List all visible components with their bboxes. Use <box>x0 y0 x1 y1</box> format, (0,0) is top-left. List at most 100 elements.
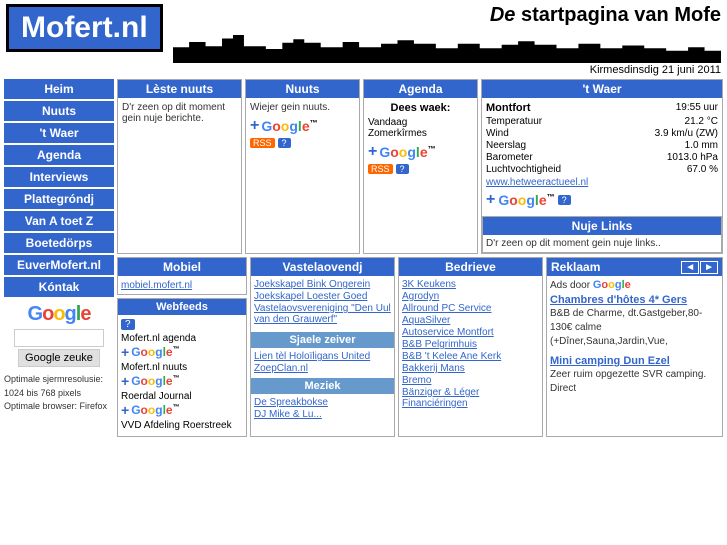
ads-google: Google <box>593 279 631 291</box>
waer-link[interactable]: www.hetweeractueel.nl <box>486 177 718 188</box>
bedrieve-col: Bedrieve 3K Keukens Agrodyn Allround PC … <box>398 257 543 437</box>
agenda-item-0: Vandaag <box>368 117 473 128</box>
nav-waer[interactable]: 't Waer <box>4 123 114 143</box>
main-layout: Heim Nuuts 't Waer Agenda Interviews Pla… <box>0 77 727 439</box>
left-nav: Heim Nuuts 't Waer Agenda Interviews Pla… <box>4 79 114 437</box>
sjaele-header: Sjaele zeiver <box>251 332 394 348</box>
feed-icons-1: + Google™ <box>121 373 243 389</box>
waer-luchtvochtigheid-label: Luchtvochtigheid <box>486 164 561 175</box>
nuuts-box: Nuuts Wiejer gein nuuts. + Google™ RSS ? <box>245 79 360 254</box>
nav-kontak[interactable]: Kóntak <box>4 277 114 297</box>
nuuts-google-logo: Google™ <box>261 118 317 134</box>
date-bar: Kirmesdinsdig 21 juni 2011 <box>173 63 721 77</box>
feed-add-icon-1[interactable]: + <box>121 373 129 389</box>
search-input[interactable] <box>14 329 104 347</box>
reklaam-prev-button[interactable]: ◄ <box>681 261 699 274</box>
nav-interviews[interactable]: Interviews <box>4 167 114 187</box>
feed-label-2: Roerdal Journal <box>121 391 243 402</box>
ads-text-row: Ads door Google <box>550 279 719 291</box>
waer-add-icon[interactable]: + <box>486 191 495 209</box>
nuuts-rss-icon[interactable]: RSS <box>250 138 275 148</box>
nav-euver-mofert[interactable]: EuverMofert.nl <box>4 255 114 275</box>
nav-van-a-toet-z[interactable]: Van A toet Z <box>4 211 114 231</box>
nav-boetedörps[interactable]: Boetedörps <box>4 233 114 253</box>
agenda-question-icon[interactable]: ? <box>396 164 409 174</box>
feed-item-1: Mofert.nl nuuts + Google™ <box>121 362 243 389</box>
feed-label-3: VVD Afdeling Roerstreek <box>121 420 243 431</box>
vastela-col: Vastelaovendj Joekskapel Bink Ongerein J… <box>250 257 395 437</box>
mobiel-box: Mobiel mobiel.mofert.nl <box>117 257 247 295</box>
nuje-links-box: Nuje Links D'r zeen op dit moment gein n… <box>482 216 722 253</box>
nuuts-add-icon[interactable]: + <box>250 117 259 135</box>
nuuts-google-row: + Google™ <box>250 117 355 135</box>
waer-header: 't Waer <box>482 80 722 98</box>
agenda-dees-waek: Dees waek: <box>368 102 473 114</box>
reklaam-link-1[interactable]: Mini camping Dun Ezel <box>550 355 719 367</box>
google-search-button[interactable]: Google zeuke <box>18 349 100 367</box>
webfeeds-question[interactable]: ? <box>121 319 135 330</box>
waer-time: 19:55 uur <box>676 102 718 114</box>
nav-nuuts[interactable]: Nuuts <box>4 101 114 121</box>
reklaam-next-button[interactable]: ► <box>700 261 718 274</box>
reklaam-arrows: ◄ ► <box>681 261 718 274</box>
reklaam-link-0[interactable]: Chambres d'hôtes 4* Gers <box>550 294 719 306</box>
meziek-item-1[interactable]: DJ Mike & Lu... <box>254 409 391 420</box>
bedrieve-item-1[interactable]: Agrodyn <box>402 291 539 302</box>
waer-neerslag-label: Neerslag <box>486 140 526 151</box>
meziek-item-0[interactable]: De Spreakbokse <box>254 397 391 408</box>
bedrieve-item-7[interactable]: Bakkerij Mans <box>402 363 539 374</box>
mobiel-header: Mobiel <box>118 258 246 276</box>
google-logo-nav: Google <box>4 303 114 326</box>
bottom-row: Mobiel mobiel.mofert.nl Webfeeds ? Mofer… <box>117 257 723 437</box>
feed-add-icon-0[interactable]: + <box>121 344 129 360</box>
feed-item-0: Mofert.nl agenda + Google™ <box>121 333 243 360</box>
feed-item-2: Roerdal Journal + Google™ <box>121 391 243 418</box>
bedrieve-item-0[interactable]: 3K Keukens <box>402 279 539 290</box>
tagline-rest: startpagina van Mofe <box>515 4 721 26</box>
feed-add-icon-2[interactable]: + <box>121 402 129 418</box>
agenda-add-icon[interactable]: + <box>368 143 377 161</box>
optimal-info: Optimale sjermresolusie: 1024 bis 768 pi… <box>4 373 114 414</box>
bedrieve-item-8[interactable]: Bremo <box>402 375 539 386</box>
mobiel-content: mobiel.mofert.nl <box>118 276 246 294</box>
nav-plattegróndj[interactable]: Plattegróndj <box>4 189 114 209</box>
nuuts-question-icon[interactable]: ? <box>278 138 291 148</box>
bedrieve-item-9[interactable]: Bänziger & Léger Financiéringen <box>402 387 539 409</box>
sjaele-item-1[interactable]: ZoepClan.nl <box>254 363 391 374</box>
optimal-browser: Optimale browser: Firefox <box>4 400 114 414</box>
leste-nuuts-header: Lèste nuuts <box>118 80 241 98</box>
sjaele-content: Lien tèl Holoïligans United ZoepClan.nl <box>251 348 394 378</box>
bedrieve-item-2[interactable]: Allround PC Service <box>402 303 539 314</box>
bedrieve-content: 3K Keukens Agrodyn Allround PC Service A… <box>399 276 542 413</box>
feed-google-logo-1: Google™ <box>131 374 179 388</box>
bedrieve-item-6[interactable]: B&B 't Kelee Ane Kerk <box>402 351 539 362</box>
city-silhouette <box>173 28 721 63</box>
header: Mofert.nl De startpagina van Mofe Kirmes… <box>0 0 727 77</box>
waer-luchtvochtigheid-value: 67.0 % <box>687 164 718 175</box>
vastela-item-2[interactable]: Vastelaovsvereniging "Den Uul van den Gr… <box>254 303 391 325</box>
feed-icons-2: + Google™ <box>121 402 243 418</box>
vastela-item-1[interactable]: Joekskapel Loester Goed <box>254 291 391 302</box>
reklaam-header-row: Reklaam ◄ ► <box>547 258 722 276</box>
bedrieve-item-4[interactable]: Autoservice Montfort <box>402 327 539 338</box>
reklaam-col: Reklaam ◄ ► Ads door Google Chambres d'h… <box>546 257 723 437</box>
vastela-item-0[interactable]: Joekskapel Bink Ongerein <box>254 279 391 290</box>
mobiel-link[interactable]: mobiel.mofert.nl <box>121 280 192 291</box>
waer-city: Montfort <box>486 102 531 114</box>
sjaele-item-0[interactable]: Lien tèl Holoïligans United <box>254 351 391 362</box>
nav-agenda[interactable]: Agenda <box>4 145 114 165</box>
waer-neerslag-row: Neerslag 1.0 mm <box>486 140 718 151</box>
meziek-content: De Spreakbokse DJ Mike & Lu... <box>251 394 394 424</box>
waer-wind-label: Wind <box>486 128 509 139</box>
agenda-rss-icon[interactable]: RSS <box>368 164 393 174</box>
vastela-content: Joekskapel Bink Ongerein Joekskapel Loes… <box>251 276 394 332</box>
agenda-google-logo: Google™ <box>379 144 435 160</box>
nav-heim[interactable]: Heim <box>4 79 114 99</box>
bedrieve-item-5[interactable]: B&B Pelgrimhuis <box>402 339 539 350</box>
bedrieve-item-3[interactable]: AquaSilver <box>402 315 539 326</box>
feed-google-logo-0: Google™ <box>131 345 179 359</box>
waer-temp-value: 21.2 °C <box>685 116 718 127</box>
waer-title-row: Montfort 19:55 uur <box>486 102 718 114</box>
waer-google-row: + Google™ ? <box>486 191 718 209</box>
waer-question-icon[interactable]: ? <box>558 195 571 205</box>
